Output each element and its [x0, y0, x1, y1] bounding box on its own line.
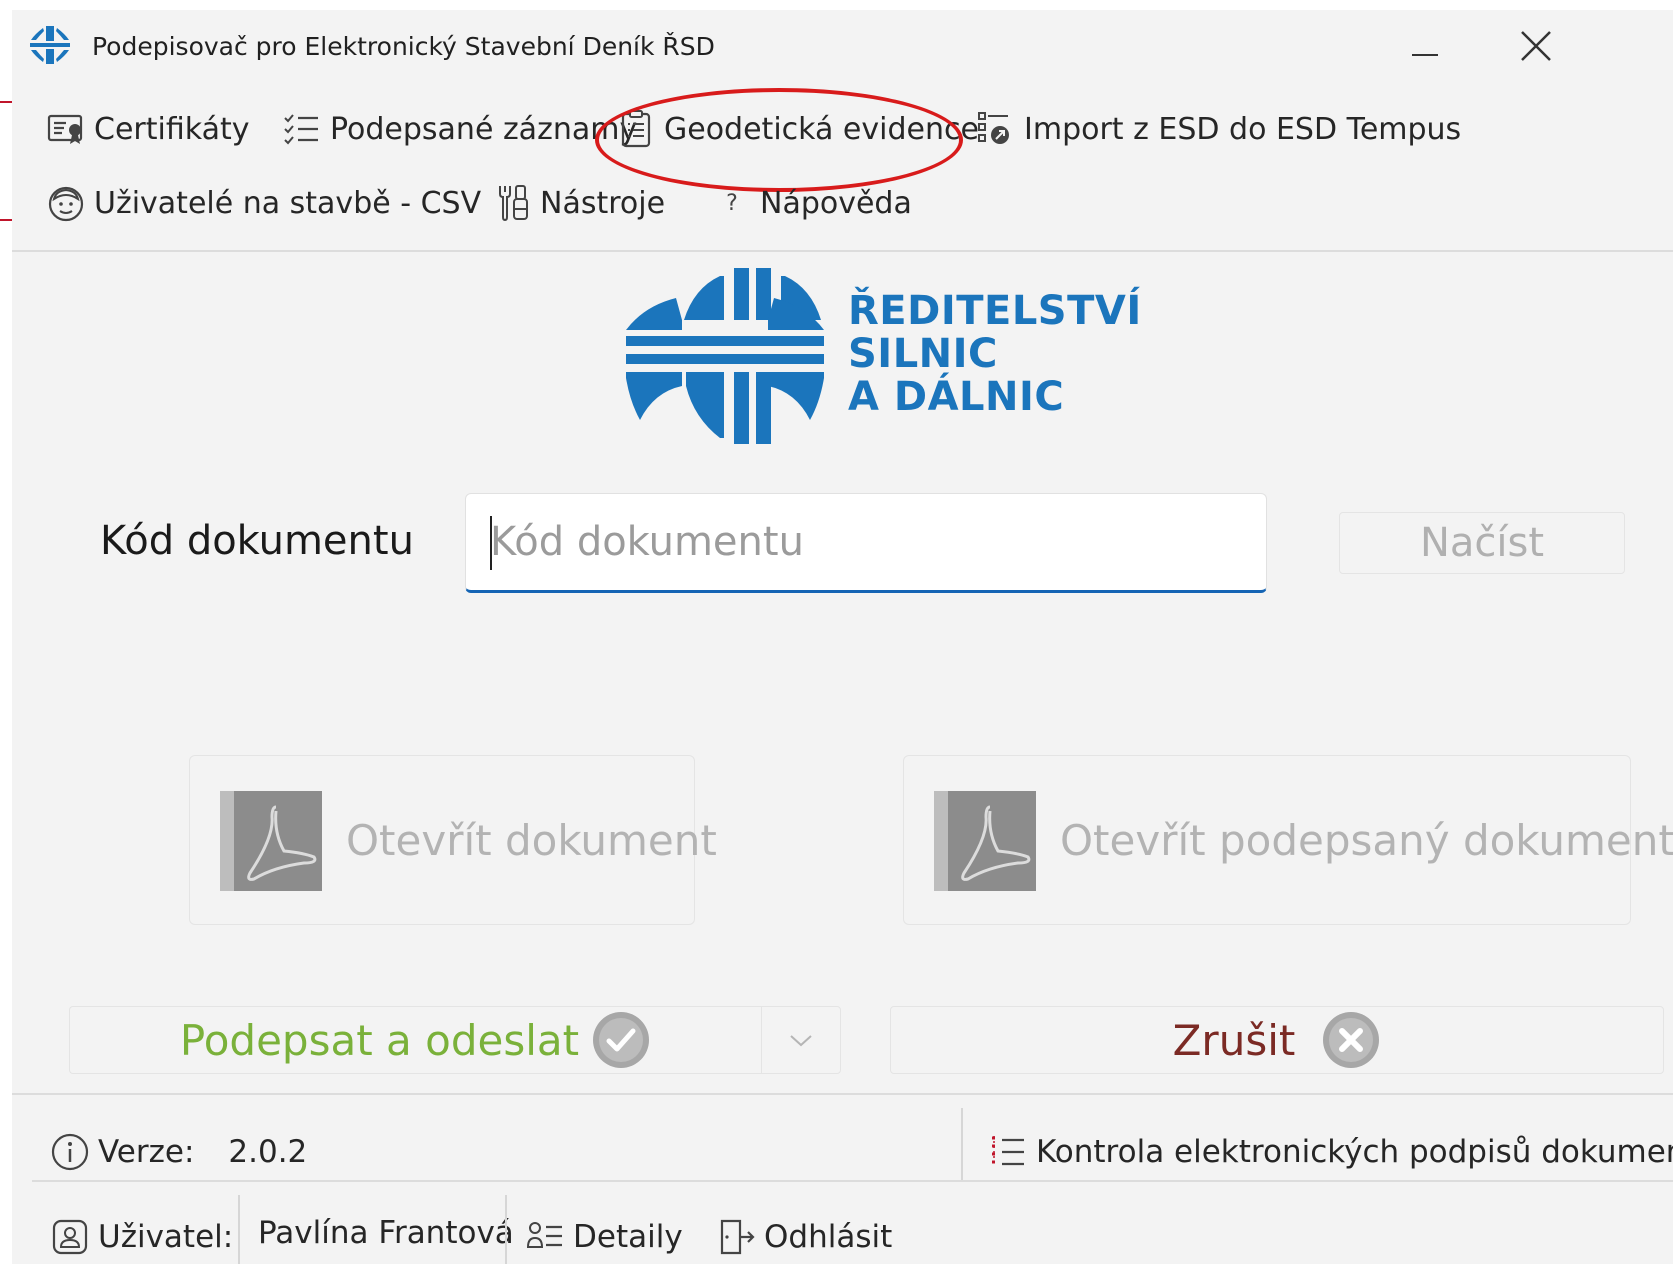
menu-certificates[interactable]: Certifikáty — [46, 104, 249, 154]
load-button[interactable]: Načíst — [1339, 512, 1625, 574]
clipboard-icon — [621, 110, 651, 148]
details-list-icon — [526, 1222, 562, 1248]
verify-signatures-button[interactable]: Kontrola elektronických podpisů dokument… — [988, 1132, 1673, 1172]
verify-signatures-label: Kontrola elektronických podpisů dokument… — [1036, 1134, 1673, 1170]
sign-and-send-label: Podepsat a odeslat — [179, 1015, 580, 1065]
app-logo-icon — [30, 26, 70, 64]
logout-door-icon — [720, 1219, 755, 1255]
code-label: Kód dokumentu — [100, 518, 414, 564]
checkmark-icon — [593, 1012, 650, 1068]
version-label: Verze: — [98, 1134, 195, 1170]
window-title: Podepisovač pro Elektronický Stavební De… — [92, 32, 715, 61]
certificate-icon — [47, 114, 83, 144]
users-face-icon — [48, 186, 84, 222]
cancel-button[interactable]: Zrušit — [890, 1006, 1664, 1074]
cancel-label: Zrušit — [1172, 1015, 1296, 1065]
status-divider-vertical — [961, 1108, 963, 1180]
open-document-button[interactable]: Otevřít dokument — [189, 755, 717, 925]
version-value: 2.0.2 — [228, 1134, 308, 1170]
version-info: Verze: 2.0.2 — [50, 1132, 307, 1172]
close-button[interactable] — [1512, 22, 1562, 72]
menu-help[interactable]: ? Nápověda — [712, 178, 912, 228]
logout-button[interactable]: Odhlásit — [716, 1217, 892, 1257]
logo-line-1: ŘEDITELSTVÍ — [848, 288, 1142, 334]
logo-line-2: SILNIC — [848, 331, 998, 377]
user-name: Pavlína Frantová — [258, 1215, 514, 1251]
open-document-label: Otevřít dokument — [346, 815, 717, 865]
sign-options-dropdown[interactable] — [761, 1006, 841, 1074]
user-divider-2 — [505, 1195, 507, 1264]
open-signed-document-button[interactable]: Otevřít podepsaný dokument — [903, 755, 1673, 925]
menu-certificates-label: Certifikáty — [94, 111, 250, 147]
help-icon: ? — [726, 190, 738, 216]
menu-import-esd-label: Import z ESD do ESD Tempus — [1024, 111, 1462, 147]
menu-tools-label: Nástroje — [540, 185, 666, 221]
import-list-icon — [978, 112, 1009, 144]
checklist-icon — [284, 114, 318, 145]
menu-tools[interactable]: Nástroje — [492, 178, 665, 228]
menu-import-esd[interactable]: Import z ESD do ESD Tempus — [976, 104, 1461, 154]
menu-bar: Certifikáty Podepsané záznamy Geodetická… — [12, 76, 1673, 252]
signature-list-icon — [992, 1136, 1024, 1166]
pdf-icon — [934, 791, 1036, 891]
logo-line-3: A DÁLNIC — [848, 374, 1065, 420]
user-label-group: Uživatel: — [50, 1217, 233, 1257]
menu-signed-records[interactable]: Podepsané záznamy — [282, 104, 637, 154]
app-window: Podepisovač pro Elektronický Stavební De… — [12, 10, 1673, 1264]
chevron-down-icon — [790, 1035, 812, 1047]
user-divider-1 — [238, 1195, 240, 1264]
menu-geodetic-records[interactable]: Geodetická evidence — [616, 104, 979, 154]
menu-users-csv[interactable]: Uživatelé na stavbě - CSV — [46, 178, 481, 228]
open-signed-document-label: Otevřít podepsaný dokument — [1060, 815, 1673, 865]
logout-label: Odhlásit — [764, 1219, 893, 1255]
title-bar: Podepisovač pro Elektronický Stavební De… — [12, 10, 1673, 76]
tools-icon — [499, 185, 528, 222]
menu-help-label: Nápověda — [760, 185, 912, 221]
logo-wordmark: ŘEDITELSTVÍ SILNIC A DÁLNIC — [848, 290, 1142, 419]
pdf-icon — [220, 791, 322, 891]
cancel-x-icon — [1323, 1012, 1380, 1068]
minimize-button[interactable] — [1400, 20, 1450, 70]
menu-users-csv-label: Uživatelé na stavbě - CSV — [94, 185, 482, 221]
text-caret — [490, 516, 492, 570]
status-divider-top — [12, 1093, 1673, 1095]
details-button[interactable]: Detaily — [525, 1217, 683, 1257]
details-label: Detaily — [573, 1219, 683, 1255]
user-label: Uživatel: — [98, 1219, 234, 1255]
status-divider-bottom — [32, 1180, 1673, 1182]
menu-signed-records-label: Podepsané záznamy — [330, 111, 638, 147]
close-icon — [1521, 31, 1551, 61]
menu-geodetic-records-label: Geodetická evidence — [664, 111, 979, 147]
user-badge-icon — [52, 1219, 88, 1255]
code-input[interactable] — [465, 493, 1267, 593]
sign-and-send-button[interactable]: Podepsat a odeslat — [69, 1006, 761, 1074]
info-icon — [51, 1133, 89, 1171]
